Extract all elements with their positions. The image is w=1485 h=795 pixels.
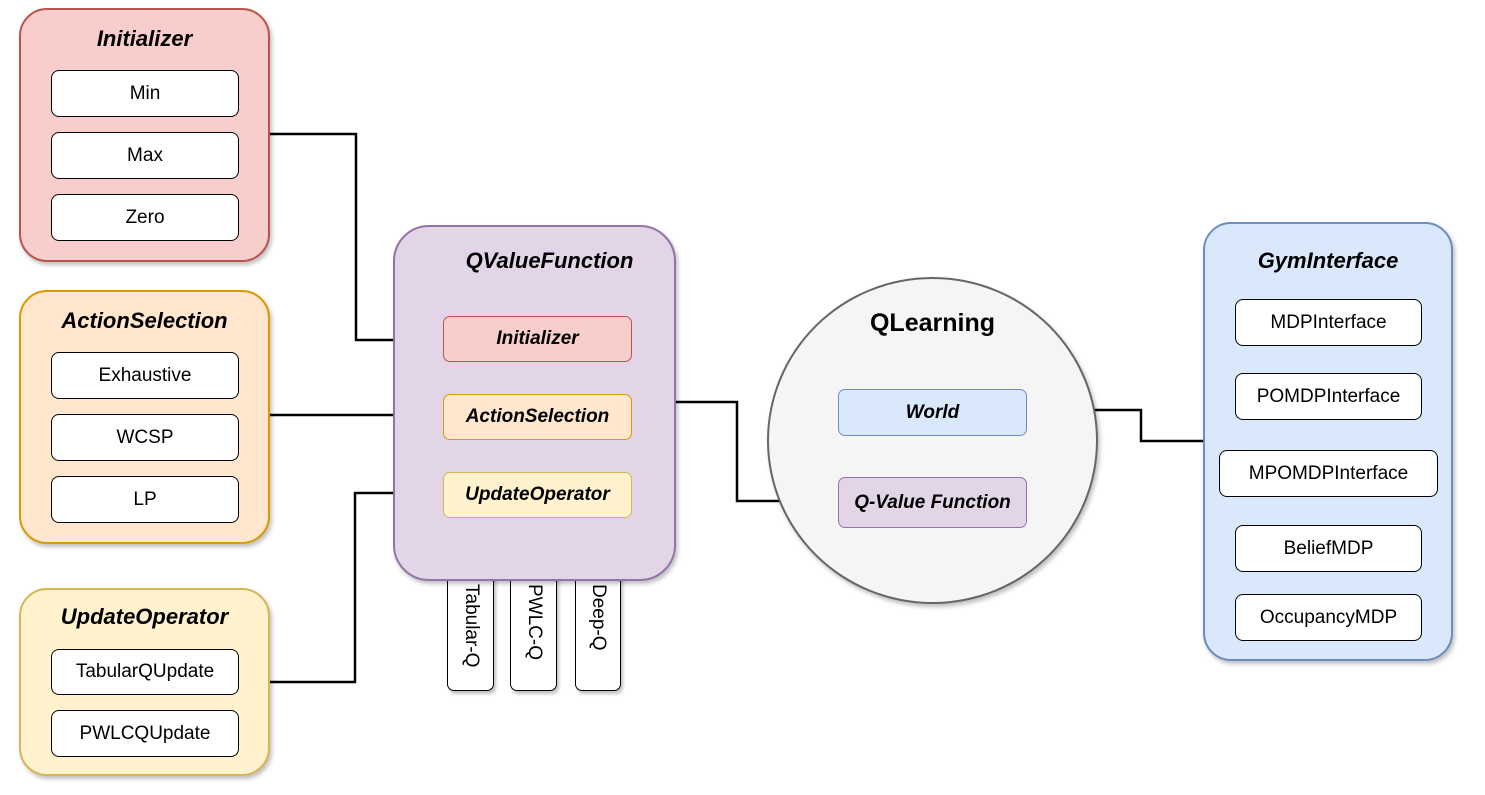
variant-label: Tabular-Q (460, 584, 482, 668)
group-title: Initializer (96, 26, 193, 51)
slot-update-operator[interactable]: UpdateOperator (443, 472, 632, 518)
qlearning-title: QLearning (869, 309, 995, 337)
variant-pwlc-q[interactable]: PWLC-Q (510, 576, 557, 691)
variant-tabular-q[interactable]: Tabular-Q (447, 576, 494, 691)
qvalue-function-group: QValueFunction Initializer ActionSelecti… (393, 225, 676, 581)
gym-pomdp-interface[interactable]: POMDPInterface (1235, 373, 1422, 420)
variant-deep-q[interactable]: Deep-Q (575, 576, 621, 691)
update-operator-group: UpdateOperator TabularQUpdate PWLCQUpdat… (19, 588, 270, 776)
group-title: QValueFunction (465, 248, 634, 273)
slot-q-value-function[interactable]: Q-Value Function (838, 477, 1027, 528)
slot-action-selection[interactable]: ActionSelection (443, 394, 632, 440)
update-tabular[interactable]: TabularQUpdate (51, 649, 239, 695)
update-pwlc[interactable]: PWLCQUpdate (51, 710, 239, 757)
initializer-group: Initializer Min Max Zero (19, 8, 270, 262)
action-wcsp[interactable]: WCSP (51, 414, 239, 461)
gym-mdp-interface[interactable]: MDPInterface (1235, 299, 1422, 346)
initializer-max[interactable]: Max (51, 132, 239, 179)
group-title: ActionSelection (61, 308, 228, 333)
slot-world[interactable]: World (838, 389, 1027, 436)
slot-initializer[interactable]: Initializer (443, 316, 632, 362)
action-lp[interactable]: LP (51, 476, 239, 523)
variant-label: Deep-Q (588, 584, 609, 651)
action-selection-group: ActionSelection Exhaustive WCSP LP (19, 290, 270, 544)
group-title: UpdateOperator (60, 604, 229, 629)
qlearning-circle: QLearning World Q-Value Function (767, 277, 1098, 604)
gym-mpomdp-interface[interactable]: MPOMDPInterface (1219, 450, 1438, 497)
gym-belief-mdp[interactable]: BeliefMDP (1235, 525, 1422, 572)
initializer-min[interactable]: Min (51, 70, 239, 117)
group-title: GymInterface (1257, 248, 1399, 273)
action-exhaustive[interactable]: Exhaustive (51, 352, 239, 399)
variant-label: PWLC-Q (523, 584, 545, 660)
initializer-zero[interactable]: Zero (51, 194, 239, 241)
gym-occupancy-mdp[interactable]: OccupancyMDP (1235, 594, 1422, 641)
gym-interface-group: GymInterface MDPInterface POMDPInterface… (1203, 222, 1453, 661)
